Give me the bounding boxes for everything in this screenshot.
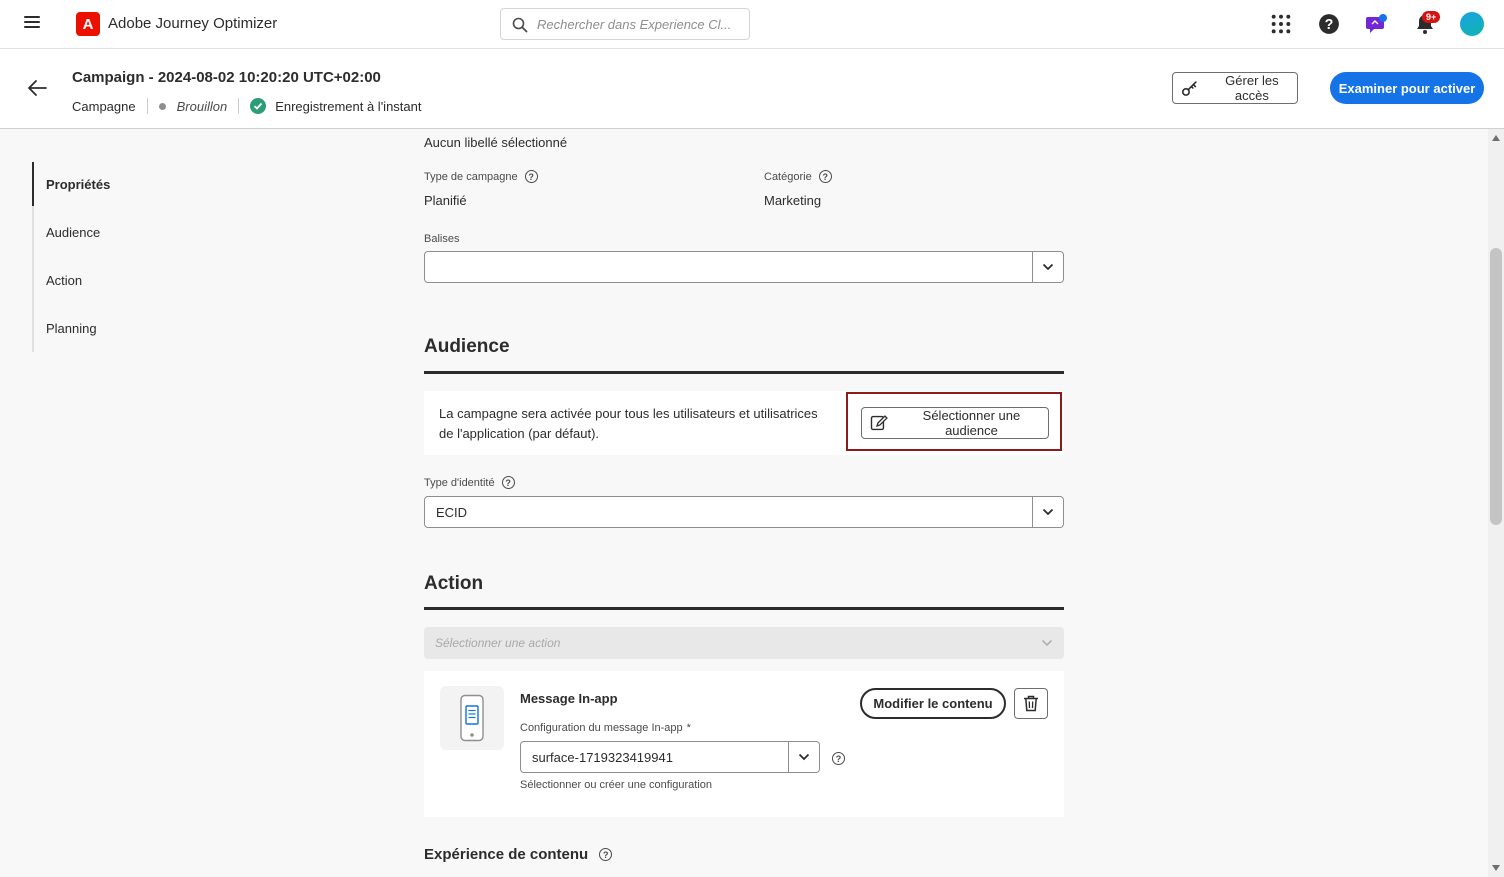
status-dot-icon [158, 102, 166, 110]
help-circle-icon[interactable]: ? [524, 170, 538, 183]
edit-content-button[interactable]: Modifier le contenu [860, 688, 1006, 719]
category-value: Marketing [764, 193, 822, 208]
scroll-down-arrow-icon[interactable] [1492, 865, 1500, 871]
manage-access-button[interactable]: Gérer les accès [1172, 72, 1298, 104]
trash-icon [1024, 695, 1038, 712]
nav-item-planning[interactable]: Planning [46, 321, 97, 336]
category-label: Catégorie [764, 170, 812, 183]
message-title: Message In-app [520, 691, 618, 706]
adobe-logo[interactable]: A [76, 12, 100, 36]
help-circle-icon[interactable]: ? [818, 170, 832, 183]
status-label: Brouillon [176, 98, 228, 114]
tags-value [425, 252, 1032, 282]
top-bar: A Adobe Journey Optimizer ? 9+ [0, 0, 1504, 49]
svg-text:?: ? [1325, 17, 1334, 33]
active-indicator [32, 162, 34, 206]
section-divider [424, 607, 1064, 610]
select-action-picker[interactable]: Sélectionner une action [424, 627, 1064, 659]
chevron-down-icon[interactable] [788, 742, 819, 772]
config-value: surface-1719323419941 [532, 750, 673, 765]
campaign-meta: Campagne Brouillon Enregistrement à l'in… [72, 98, 421, 114]
content-experience-title: Expérience de contenu [424, 846, 589, 863]
divider [146, 98, 148, 114]
help-circle-icon[interactable]: ? [832, 752, 845, 765]
apps-grid-icon[interactable] [1270, 13, 1292, 35]
identity-type-field-label: Type d'identité ? [424, 476, 515, 489]
scroll-up-arrow-icon[interactable] [1492, 135, 1500, 141]
select-action-placeholder: Sélectionner une action [435, 636, 561, 650]
chevron-down-icon[interactable] [1032, 497, 1063, 527]
key-icon [1181, 81, 1197, 96]
app-title[interactable]: Adobe Journey Optimizer [108, 15, 277, 32]
nav-item-action[interactable]: Action [46, 273, 82, 288]
tags-picker[interactable] [424, 251, 1064, 283]
section-divider [424, 371, 1064, 374]
audience-section-title: Audience [424, 336, 510, 357]
section-nav: Propriétés Audience Action Planning [32, 162, 232, 352]
help-icon[interactable]: ? [1318, 13, 1340, 35]
divider [238, 98, 240, 114]
chevron-down-icon[interactable] [1032, 252, 1063, 282]
nav-item-properties[interactable]: Propriétés [46, 177, 110, 192]
delete-button[interactable] [1014, 688, 1048, 719]
required-mark: * [686, 722, 691, 734]
config-picker[interactable]: surface-1719323419941 [520, 741, 820, 773]
back-arrow-icon[interactable] [27, 79, 47, 97]
in-app-message-card: Message In-app Configuration du message … [424, 671, 1064, 817]
config-field-label: Configuration du message In-app * [520, 722, 691, 734]
search-input[interactable] [537, 14, 742, 34]
identity-type-picker[interactable]: ECID [424, 496, 1064, 528]
audience-description: La campagne sera activée pour tous les u… [439, 406, 818, 441]
content-experience-heading: Expérience de contenu ? [424, 846, 613, 863]
save-status: Enregistrement à l'instant [275, 98, 422, 114]
identity-type-label: Type d'identité [424, 476, 495, 489]
campaign-title: Campaign - 2024-08-02 10:20:20 UTC+02:00 [72, 69, 381, 86]
identity-type-value: ECID [436, 505, 468, 520]
select-audience-label: Sélectionner une audience [922, 408, 1021, 438]
tags-label: Balises [424, 233, 460, 245]
campaign-type-label: Campagne [72, 98, 136, 114]
config-label: Configuration du message In-app [520, 722, 683, 734]
feedback-chat-icon[interactable] [1366, 13, 1388, 35]
review-to-activate-button[interactable]: Examiner pour activer [1330, 72, 1484, 104]
campaign-type-label: Type de campagne [424, 170, 518, 183]
checkmark-icon [250, 98, 267, 114]
labels-value: Aucun libellé sélectionné [424, 135, 568, 150]
campaign-type-field-label: Type de campagne ? [424, 170, 538, 183]
nav-item-audience[interactable]: Audience [46, 225, 100, 240]
config-help-text: Sélectionner ou créer une configuration [520, 779, 713, 791]
category-field-label: Catégorie ? [764, 170, 832, 183]
scrollbar-thumb[interactable] [1490, 248, 1502, 525]
help-circle-icon[interactable]: ? [599, 848, 613, 861]
user-avatar[interactable] [1460, 12, 1484, 36]
search-icon [512, 17, 528, 33]
edit-icon [870, 415, 888, 431]
campaign-type-value: Planifié [424, 193, 467, 208]
select-audience-button[interactable]: Sélectionner une audience [861, 407, 1049, 439]
help-circle-icon[interactable]: ? [501, 476, 515, 489]
search-box[interactable] [500, 8, 750, 40]
chevron-down-icon [1041, 639, 1053, 647]
action-section-title: Action [424, 573, 484, 594]
campaign-header: Campaign - 2024-08-02 10:20:20 UTC+02:00… [0, 49, 1504, 129]
mobile-phone-icon [440, 686, 504, 750]
hamburger-menu-icon[interactable] [24, 16, 40, 30]
notifications-badge: 9+ [1422, 11, 1441, 23]
manage-access-label: Gérer les accès [1225, 73, 1279, 103]
